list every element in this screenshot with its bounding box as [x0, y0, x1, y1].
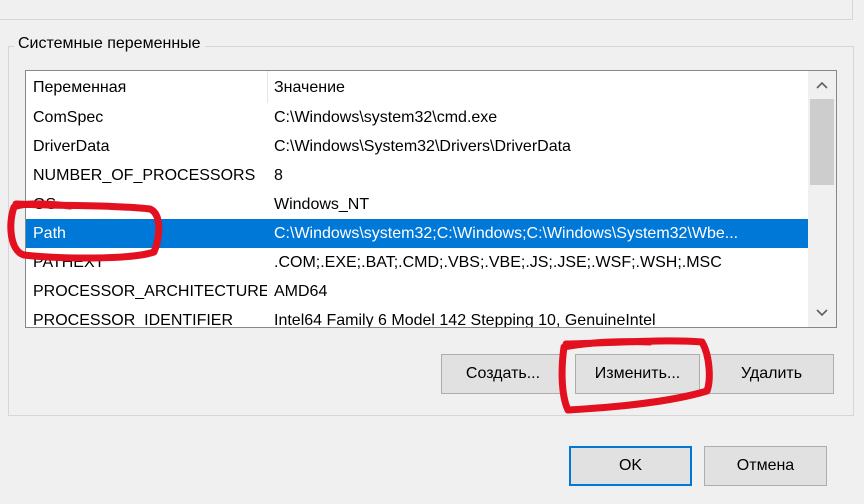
list-item-processor-architecture[interactable]: PROCESSOR_ARCHITECTURE AMD64 [26, 277, 808, 306]
system-variables-group-title: Системные переменные [14, 33, 205, 55]
chevron-up-icon [816, 81, 828, 89]
delete-button[interactable]: Удалить [709, 354, 834, 394]
variable-value: Intel64 Family 6 Model 142 Stepping 10, … [274, 312, 656, 328]
list-rows: ComSpec C:\Windows\system32\cmd.exe Driv… [26, 103, 808, 328]
list-item-os[interactable]: OS Windows_NT [26, 190, 808, 219]
variable-value: C:\Windows\system32;C:\Windows;C:\Window… [274, 225, 739, 242]
ok-button[interactable]: OK [569, 446, 692, 486]
list-item-pathext[interactable]: PATHEXT .COM;.EXE;.BAT;.CMD;.VBS;.VBE;.J… [26, 248, 808, 277]
user-variables-panel-edge [0, 0, 853, 20]
edit-button[interactable]: Изменить... [575, 354, 700, 394]
variable-name: NUMBER_OF_PROCESSORS [33, 167, 256, 184]
list-item-number-of-processors[interactable]: NUMBER_OF_PROCESSORS 8 [26, 161, 808, 190]
list-item-processor-identifier[interactable]: PROCESSOR_IDENTIFIER Intel64 Family 6 Mo… [26, 306, 808, 328]
chevron-down-icon [816, 309, 828, 317]
list-item-path[interactable]: Path C:\Windows\system32;C:\Windows;C:\W… [26, 219, 808, 248]
column-header-variable[interactable]: Переменная [33, 71, 126, 103]
list-item-driverdata[interactable]: DriverData C:\Windows\System32\Drivers\D… [26, 132, 808, 161]
variable-name: OS [33, 196, 57, 213]
system-variables-list[interactable]: Переменная Значение ComSpec C:\Windows\s… [25, 70, 837, 328]
column-header-value[interactable]: Значение [274, 71, 345, 103]
list-header: Переменная Значение [26, 71, 808, 103]
variable-value: Windows_NT [274, 196, 370, 213]
scroll-thumb[interactable] [810, 99, 834, 185]
variable-name: Path [33, 225, 66, 242]
variable-name: PATHEXT [33, 254, 105, 271]
column-divider[interactable] [267, 71, 268, 103]
create-button[interactable]: Создать... [441, 354, 565, 394]
scroll-up-button[interactable] [808, 71, 836, 99]
variable-value: 8 [274, 167, 283, 184]
variable-value: .COM;.EXE;.BAT;.CMD;.VBS;.VBE;.JS;.JSE;.… [274, 254, 722, 271]
variable-value: C:\Windows\system32\cmd.exe [274, 109, 498, 126]
list-item-comspec[interactable]: ComSpec C:\Windows\system32\cmd.exe [26, 103, 808, 132]
variable-name: ComSpec [33, 109, 104, 126]
variable-name: DriverData [33, 138, 110, 155]
variable-name: PROCESSOR_IDENTIFIER [33, 312, 234, 328]
variable-value: C:\Windows\System32\Drivers\DriverData [274, 138, 571, 155]
cancel-button[interactable]: Отмена [704, 446, 827, 486]
vertical-scrollbar[interactable] [808, 71, 836, 327]
scroll-down-button[interactable] [808, 299, 836, 327]
variable-name: PROCESSOR_ARCHITECTURE [33, 283, 267, 300]
variable-value: AMD64 [274, 283, 328, 300]
